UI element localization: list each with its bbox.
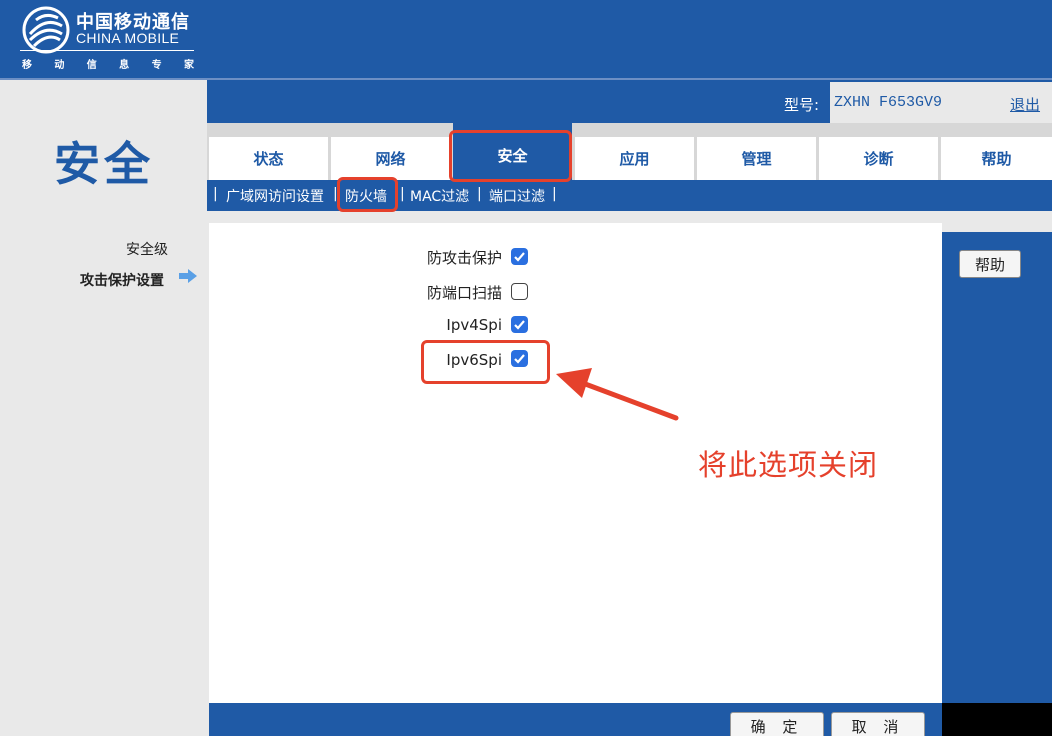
subnav-separator: |: [400, 186, 405, 202]
left-menu-attack-protection[interactable]: 攻击保护设置: [80, 270, 164, 290]
subnav-separator: |: [552, 186, 557, 202]
brand-name-en: CHINA MOBILE: [76, 30, 180, 46]
slogan-char: 专: [151, 60, 162, 71]
help-button[interactable]: 帮助: [959, 250, 1021, 278]
arrow-right-icon: [179, 269, 197, 283]
slogan-char: 移: [22, 60, 32, 71]
confirm-button[interactable]: 确 定: [730, 712, 824, 736]
slogan-char: 家: [183, 60, 194, 71]
cancel-button[interactable]: 取 消: [831, 712, 925, 736]
check-icon: [514, 252, 525, 262]
annotation-box-ipv6spi: [421, 340, 550, 384]
bottom-left: [0, 703, 209, 736]
annotation-text: 将此选项关闭: [698, 448, 879, 482]
checkbox-anti-attack[interactable]: [511, 248, 528, 265]
brand-underline: [20, 50, 194, 51]
subnav-mac-filter[interactable]: MAC过滤: [410, 186, 469, 206]
subnav-separator: |: [477, 186, 482, 202]
content-top-gap: [207, 211, 1052, 223]
option-label-port-scan: 防端口扫描: [426, 284, 502, 302]
china-mobile-logo-icon: [22, 6, 70, 54]
right-panel: [942, 232, 1052, 703]
section-title: 安全: [54, 137, 154, 191]
check-icon: [514, 320, 525, 330]
option-label-ipv4spi: Ipv4Spi: [446, 316, 502, 334]
subnav-wan-access[interactable]: 广域网访问设置: [226, 186, 324, 206]
model-value: ZXHN F653GV9: [834, 94, 943, 111]
subnav-separator: |: [213, 186, 218, 202]
annotation-box-tab: [449, 130, 572, 182]
checkbox-ipv4spi[interactable]: [511, 316, 528, 333]
annotation-arrow-icon: [556, 368, 679, 421]
slogan-char: 动: [54, 60, 65, 71]
brand-slogan: 移 动 信 息 专 家: [22, 56, 194, 71]
tab-network[interactable]: 网络: [331, 137, 450, 180]
tab-help[interactable]: 帮助: [941, 137, 1052, 180]
tab-status[interactable]: 状态: [209, 137, 328, 180]
logout-link[interactable]: 退出: [1010, 94, 1040, 115]
slogan-char: 信: [86, 60, 97, 71]
tab-management[interactable]: 管理: [697, 137, 816, 180]
annotation-box-firewall: [337, 177, 398, 212]
bottom-right: [942, 703, 1052, 736]
model-label: 型号:: [784, 96, 820, 114]
option-label-anti-attack: 防攻击保护: [426, 249, 502, 267]
checkbox-port-scan[interactable]: [511, 283, 528, 300]
left-menu-security-level[interactable]: 安全级: [126, 239, 168, 259]
tab-application[interactable]: 应用: [575, 137, 694, 180]
tab-diagnosis[interactable]: 诊断: [819, 137, 938, 180]
subnav-port-filter[interactable]: 端口过滤: [489, 186, 545, 206]
slogan-char: 息: [119, 60, 130, 71]
